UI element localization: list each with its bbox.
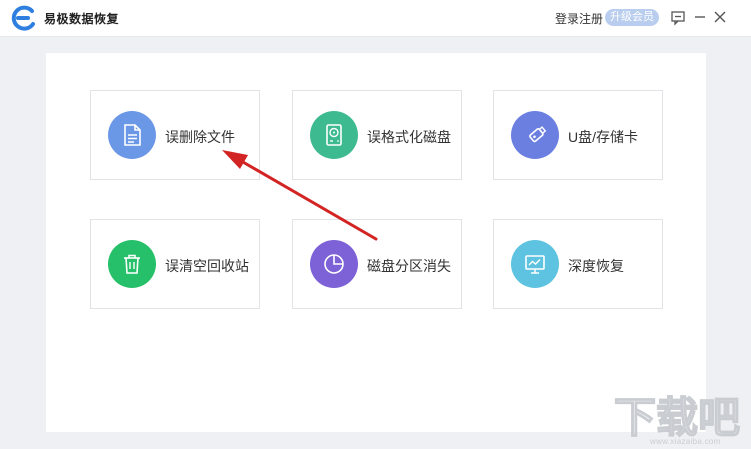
monitor-chart-icon	[525, 255, 545, 274]
pie-chart-icon	[324, 254, 344, 274]
card-recover-formatted-disk[interactable]: 误格式化磁盘	[292, 90, 462, 180]
card-label: 磁盘分区消失	[367, 258, 451, 274]
app-title: 易极数据恢复	[44, 12, 120, 26]
card-label: 误删除文件	[165, 129, 235, 145]
card-recover-lost-partition[interactable]: 磁盘分区消失	[292, 219, 462, 309]
hard-disk-icon	[326, 124, 342, 146]
card-label: U盘/存储卡	[568, 129, 638, 145]
partition-icon-circle	[310, 240, 358, 288]
card-label: 深度恢复	[568, 258, 624, 274]
trash-icon	[124, 254, 140, 274]
card-label: 误清空回收站	[165, 258, 249, 274]
recover-file-icon-circle	[108, 111, 156, 159]
card-label: 误格式化磁盘	[367, 129, 451, 145]
format-disk-icon-circle	[310, 111, 358, 159]
minimize-icon[interactable]	[691, 8, 709, 26]
app-logo-icon	[11, 5, 35, 31]
usb-drive-icon	[529, 126, 547, 143]
card-recover-recycle-bin[interactable]: 误清空回收站	[90, 219, 260, 309]
login-register-link[interactable]: 登录注册	[555, 10, 603, 27]
card-recover-usb-card[interactable]: U盘/存储卡	[493, 90, 663, 180]
close-icon[interactable]	[711, 8, 729, 26]
feedback-icon[interactable]	[669, 8, 687, 26]
document-icon	[124, 124, 141, 146]
recycle-icon-circle	[108, 240, 156, 288]
card-deep-recovery[interactable]: 深度恢复	[493, 219, 663, 309]
watermark-url: www.xiazaiba.com	[650, 437, 721, 446]
title-bar: 易极数据恢复 登录注册 升级会员	[0, 0, 751, 37]
main-panel: 误删除文件 误格式化磁盘 U盘/存储卡 误清空回收站 磁盘分区消失 深度恢复	[46, 53, 706, 432]
deep-recovery-icon-circle	[511, 240, 559, 288]
card-recover-deleted-files[interactable]: 误删除文件	[90, 90, 260, 180]
usb-icon-circle	[511, 111, 559, 159]
upgrade-member-button[interactable]: 升级会员	[605, 9, 659, 26]
